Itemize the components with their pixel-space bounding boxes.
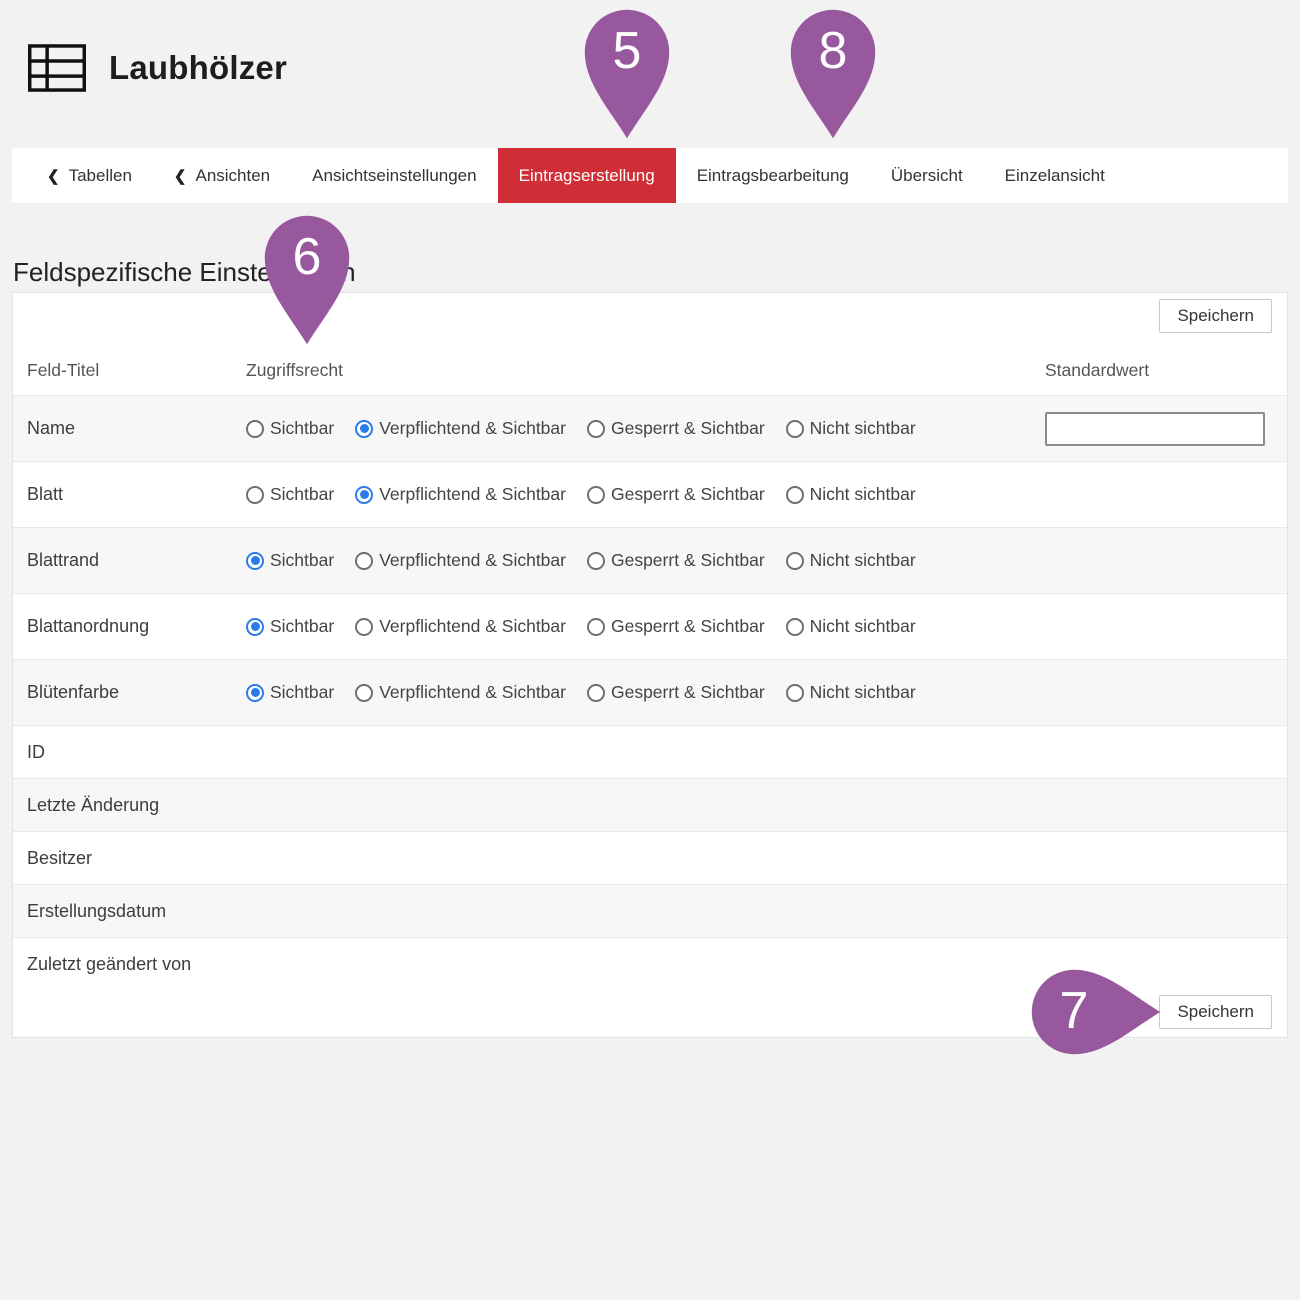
radio-icon[interactable] [587,552,605,570]
radio-option-verpflichtend-sichtbar[interactable]: Verpflichtend & Sichtbar [355,484,566,505]
radio-icon[interactable] [355,618,373,636]
access-radio-group: Sichtbar Verpflichtend & Sichtbar Gesper… [246,616,1045,637]
save-button-top[interactable]: Speichern [1159,299,1272,333]
access-radio-group: Sichtbar Verpflichtend & Sichtbar Gesper… [246,550,1045,571]
row-label: Erstellungsdatum [13,901,246,922]
row-label: Name [13,418,246,439]
radio-icon[interactable] [786,420,804,438]
tab-label: Übersicht [891,166,963,186]
radio-option-sichtbar[interactable]: Sichtbar [246,484,334,505]
table-row: Blattrand Sichtbar Verpflichtend & Sicht… [13,527,1287,593]
row-label: Besitzer [13,848,246,869]
tab-ansichten[interactable]: ❮ Ansichten [153,148,291,203]
tab-bar: ❮ Tabellen ❮ Ansichten Ansichtseinstellu… [12,148,1288,203]
default-value-input[interactable] [1045,412,1265,446]
radio-icon[interactable] [246,552,264,570]
table-row: Besitzer [13,831,1287,884]
radio-option-verpflichtend-sichtbar[interactable]: Verpflichtend & Sichtbar [355,682,566,703]
access-radio-group: Sichtbar Verpflichtend & Sichtbar Gesper… [246,484,1045,505]
row-label: Zuletzt geändert von [13,954,246,975]
tab-label: Eintragsbearbeitung [697,166,849,186]
table-icon [28,44,86,92]
radio-option-gesperrt-sichtbar[interactable]: Gesperrt & Sichtbar [587,616,765,637]
tab-uebersicht[interactable]: Übersicht [870,148,984,203]
tab-label: Ansichtseinstellungen [312,166,476,186]
tab-eintragserstellung[interactable]: Eintragserstellung [498,148,676,203]
row-label: ID [13,742,246,763]
back-chevron-icon: ❮ [174,167,187,185]
table-row: Erstellungsdatum [13,884,1287,937]
radio-icon[interactable] [355,684,373,702]
tab-tabellen[interactable]: ❮ Tabellen [26,148,153,203]
row-label: Blattanordnung [13,616,246,637]
radio-icon[interactable] [587,486,605,504]
back-chevron-icon: ❮ [47,167,60,185]
radio-option-sichtbar[interactable]: Sichtbar [246,682,334,703]
radio-icon[interactable] [355,552,373,570]
radio-icon[interactable] [786,618,804,636]
page-title: Laubhölzer [109,49,287,87]
tab-label: Einzelansicht [1005,166,1105,186]
radio-icon[interactable] [246,684,264,702]
radio-option-verpflichtend-sichtbar[interactable]: Verpflichtend & Sichtbar [355,418,566,439]
radio-option-nicht-sichtbar[interactable]: Nicht sichtbar [786,616,916,637]
tab-label: Ansichten [195,166,270,186]
radio-option-gesperrt-sichtbar[interactable]: Gesperrt & Sichtbar [587,682,765,703]
save-button-bottom[interactable]: Speichern [1159,995,1272,1029]
tab-label: Tabellen [69,166,132,186]
radio-icon[interactable] [246,486,264,504]
radio-icon[interactable] [587,684,605,702]
row-label: Blütenfarbe [13,682,246,703]
tab-ansichtseinstellungen[interactable]: Ansichtseinstellungen [291,148,497,203]
table-row: Zuletzt geändert von [13,937,1287,990]
column-header-standardwert: Standardwert [1045,360,1287,381]
column-header-zugriffsrecht: Zugriffsrecht [246,360,1045,381]
radio-option-sichtbar[interactable]: Sichtbar [246,616,334,637]
row-label: Blatt [13,484,246,505]
column-header-feld-titel: Feld-Titel [13,360,246,381]
table-header-row: Feld-Titel Zugriffsrecht Standardwert [13,345,1287,395]
radio-option-gesperrt-sichtbar[interactable]: Gesperrt & Sichtbar [587,550,765,571]
tab-einzelansicht[interactable]: Einzelansicht [984,148,1126,203]
access-radio-group: Sichtbar Verpflichtend & Sichtbar Gesper… [246,418,1045,439]
row-label: Letzte Änderung [13,795,246,816]
radio-option-nicht-sichtbar[interactable]: Nicht sichtbar [786,418,916,439]
radio-icon[interactable] [786,486,804,504]
radio-option-nicht-sichtbar[interactable]: Nicht sichtbar [786,682,916,703]
table-row: Blattanordnung Sichtbar Verpflichtend & … [13,593,1287,659]
field-settings-panel: Speichern Feld-Titel Zugriffsrecht Stand… [12,292,1288,1038]
radio-icon[interactable] [355,420,373,438]
row-label: Blattrand [13,550,246,571]
table-row: ID [13,725,1287,778]
app-header: Laubhölzer [28,44,287,92]
table-row: Blatt Sichtbar Verpflichtend & Sichtbar … [13,461,1287,527]
annotation-pin-8: 8 [789,8,877,140]
radio-icon[interactable] [786,684,804,702]
section-heading: Feldspezifische Einstellungen [13,257,356,288]
radio-icon[interactable] [246,420,264,438]
radio-option-gesperrt-sichtbar[interactable]: Gesperrt & Sichtbar [587,418,765,439]
table-row: Name Sichtbar Verpflichtend & Sichtbar G… [13,395,1287,461]
radio-icon[interactable] [786,552,804,570]
radio-icon[interactable] [587,420,605,438]
radio-option-gesperrt-sichtbar[interactable]: Gesperrt & Sichtbar [587,484,765,505]
annotation-pin-5: 5 [583,8,671,140]
pin-number: 5 [583,25,671,77]
tab-eintragsbearbeitung[interactable]: Eintragsbearbeitung [676,148,870,203]
radio-option-sichtbar[interactable]: Sichtbar [246,550,334,571]
radio-icon[interactable] [587,618,605,636]
pin-number: 8 [789,25,877,77]
radio-option-verpflichtend-sichtbar[interactable]: Verpflichtend & Sichtbar [355,550,566,571]
radio-icon[interactable] [246,618,264,636]
table-row: Letzte Änderung [13,778,1287,831]
access-radio-group: Sichtbar Verpflichtend & Sichtbar Gesper… [246,682,1045,703]
radio-option-sichtbar[interactable]: Sichtbar [246,418,334,439]
radio-option-verpflichtend-sichtbar[interactable]: Verpflichtend & Sichtbar [355,616,566,637]
tab-label: Eintragserstellung [519,166,655,186]
table-row: Blütenfarbe Sichtbar Verpflichtend & Sic… [13,659,1287,725]
radio-option-nicht-sichtbar[interactable]: Nicht sichtbar [786,484,916,505]
radio-icon[interactable] [355,486,373,504]
radio-option-nicht-sichtbar[interactable]: Nicht sichtbar [786,550,916,571]
